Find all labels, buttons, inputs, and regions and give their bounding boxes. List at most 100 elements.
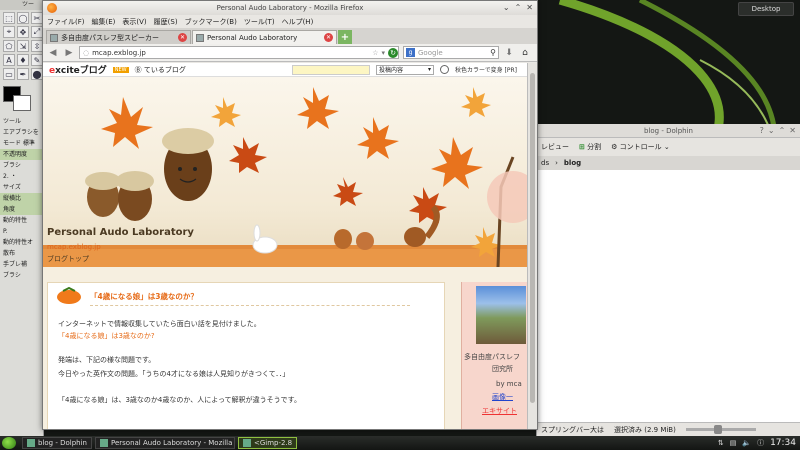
blog-title[interactable]: Personal Audo Laboratory [47,227,194,238]
search-placeholder: Google [418,48,443,57]
reload-icon[interactable]: ↻ [388,47,398,58]
blog-url[interactable]: mcap.exblog.jp [47,243,101,251]
breadcrumb-current[interactable]: blog [564,159,581,167]
search-go-icon[interactable]: ⚲ [490,48,496,57]
post-link[interactable]: 「4歳になる娘」は3歳なのか? [58,331,155,341]
gimp-tool-icon[interactable]: ♦ [17,54,29,66]
gimp-tool-icon[interactable]: ⬠ [3,40,15,52]
tool-option-row[interactable]: モード 標準 [0,138,43,149]
tool-option-row[interactable]: 動的特性オ [0,237,43,248]
search-icon[interactable] [439,65,449,74]
zoom-slider[interactable] [685,425,756,434]
browser-tab[interactable]: Personal Audo Laboratory ✕ [192,30,337,44]
new-tab-button[interactable]: + [338,30,352,44]
split-button[interactable]: ⊞ 分割 [579,142,601,152]
clipboard-icon[interactable]: ▤ [730,439,737,447]
tool-option-row[interactable]: サイズ [0,182,43,193]
maximize-icon[interactable]: ⌃ [779,126,786,135]
tool-option-row[interactable]: 散布 [0,248,43,259]
tool-option-row[interactable]: 縦横比 [0,193,43,204]
maximize-icon[interactable]: ⌃ [515,3,522,12]
gimp-tool-icon[interactable]: ✥ [17,26,29,38]
url-bar[interactable]: ◌ mcap.exblog.jp ☆ ▾ ↻ [79,46,399,59]
menu-item[interactable]: ファイル(F) [47,17,85,27]
tab-close-icon[interactable]: ✕ [178,33,187,42]
tool-option-row[interactable]: 角度 [0,204,43,215]
excite-blog-bar: exciteブログ NEW Ⓑ ているブログ 投稿内容 ▾ 秋色カラーで変身 [P… [43,63,529,77]
menu-item[interactable]: 履歴(S) [154,17,178,27]
taskbar-task[interactable]: <Gimp-2.8 [237,437,298,449]
tool-options-header: ツール [3,118,22,125]
gimp-tool-icon[interactable]: ▭ [3,68,15,80]
kde-menu-icon[interactable] [2,437,16,449]
taskbar-task[interactable]: Personal Audo Laboratory - Mozilla Fi [94,437,235,449]
blog-top-link[interactable]: ブログトップ [47,254,89,264]
excite-logo[interactable]: exciteブログ [49,63,107,76]
close-icon[interactable]: ✕ [789,126,796,135]
desktop-button[interactable]: Desktop [738,2,794,16]
minimize-icon[interactable]: ⌄ [503,3,510,12]
clock[interactable]: 17:34 [770,438,796,448]
sidebar-image-link[interactable]: 画像一 [492,392,513,402]
network-icon[interactable]: ⇅ [718,439,724,447]
tool-option-row[interactable]: 不透明度 [0,149,43,160]
background-color[interactable] [13,95,31,111]
tool-option-row[interactable]: P. [0,226,43,237]
gimp-tool-icon[interactable]: ⬚ [3,12,15,24]
volume-icon[interactable]: 🔈 [742,439,751,447]
vertical-scrollbar[interactable] [527,63,537,429]
site-identity-icon[interactable]: ◌ [83,49,89,57]
home-icon[interactable]: ⌂ [519,47,531,59]
zoom-slider-knob[interactable] [713,425,722,434]
browser-tab[interactable]: 多自由度パスレフ型スピーカー ✕ [46,30,191,44]
scrollbar-thumb[interactable] [530,73,535,403]
help-icon[interactable]: ? [760,126,764,135]
post-title[interactable]: 「4歳になる娘」は3歳なのか？ [90,291,198,302]
task-app-icon [27,439,35,447]
dropdown-arrow-icon[interactable]: ▾ [381,49,385,57]
forward-arrow-icon[interactable]: ▶ [63,47,75,59]
minimize-icon[interactable]: ⌄ [768,126,775,135]
gimp-tool-icon[interactable]: ◯ [17,12,29,24]
menu-item[interactable]: ツール(T) [244,17,275,27]
tool-option-row[interactable]: 手ブレ補 [0,259,43,270]
menu-item[interactable]: ブックマーク(B) [185,17,237,27]
search-bar[interactable]: g Google ⚲ [403,46,499,59]
gimp-tool-icon[interactable]: ✒ [17,68,29,80]
download-icon[interactable]: ⬇ [503,47,515,59]
tab-close-icon[interactable]: ✕ [324,33,333,42]
firefox-menubar: ファイル(F) 編集(E) 表示(V) 履歴(S) ブックマーク(B) ツール(T) ヘルプ… [43,15,537,28]
notifications-icon[interactable]: ⓘ [757,438,764,448]
color-swatches[interactable] [3,86,37,112]
taskbar-tasks: blog - Dolphin Personal Audo Laboratory -… [22,437,300,449]
tool-option-row[interactable]: ブラシ [0,270,43,281]
breadcrumb-prefix[interactable]: ds [541,159,549,167]
tab-label: 多自由度パスレフ型スピーカー [61,33,159,42]
following-blogs-link[interactable]: Ⓑ ているブログ [135,65,186,75]
tool-option-row[interactable]: ブラシ [0,160,43,171]
preview-button[interactable]: レビュー [541,142,569,152]
control-button[interactable]: ⚙ コントロール ⌄ [611,142,670,152]
back-arrow-icon[interactable]: ◀ [47,47,59,59]
gimp-tool-icon[interactable]: A [3,54,15,66]
google-search-engine-icon[interactable]: g [406,48,415,57]
blog-sidebar: 多自由度パスレフ 団究所 by mca 画像一 エキサイト [461,282,529,429]
dolphin-titlebar: blog - Dolphin ? ⌄ ⌃ ✕ [537,124,800,138]
menu-item[interactable]: 表示(V) [122,17,146,27]
sidebar-excite-link[interactable]: エキサイト [482,406,517,416]
tool-options-list: エアブラシを モード 標準 不透明度 ブラシ 2. ・サイズ 縦横比 角度 動的特性 P. 動的特… [0,127,43,281]
tool-option-row[interactable]: 動的特性 [0,215,43,226]
tool-option-row[interactable]: エアブラシを [0,127,43,138]
gimp-tool-icon[interactable]: ⇲ [17,40,29,52]
menu-item[interactable]: 編集(E) [92,17,116,27]
profile-photo[interactable] [476,286,526,344]
pr-link[interactable]: 秋色カラーで変身 [PR] [455,65,517,74]
gimp-tool-icon[interactable]: ⌖ [3,26,15,38]
taskbar-task[interactable]: blog - Dolphin [22,437,92,449]
close-icon[interactable]: ✕ [526,3,533,12]
excite-search-input[interactable] [291,64,370,75]
excite-search-select[interactable]: 投稿内容 ▾ [375,64,434,75]
bookmark-star-icon[interactable]: ☆ [372,49,378,57]
tool-option-row[interactable]: 2. ・ [0,171,43,182]
menu-item[interactable]: ヘルプ(H) [282,17,314,27]
